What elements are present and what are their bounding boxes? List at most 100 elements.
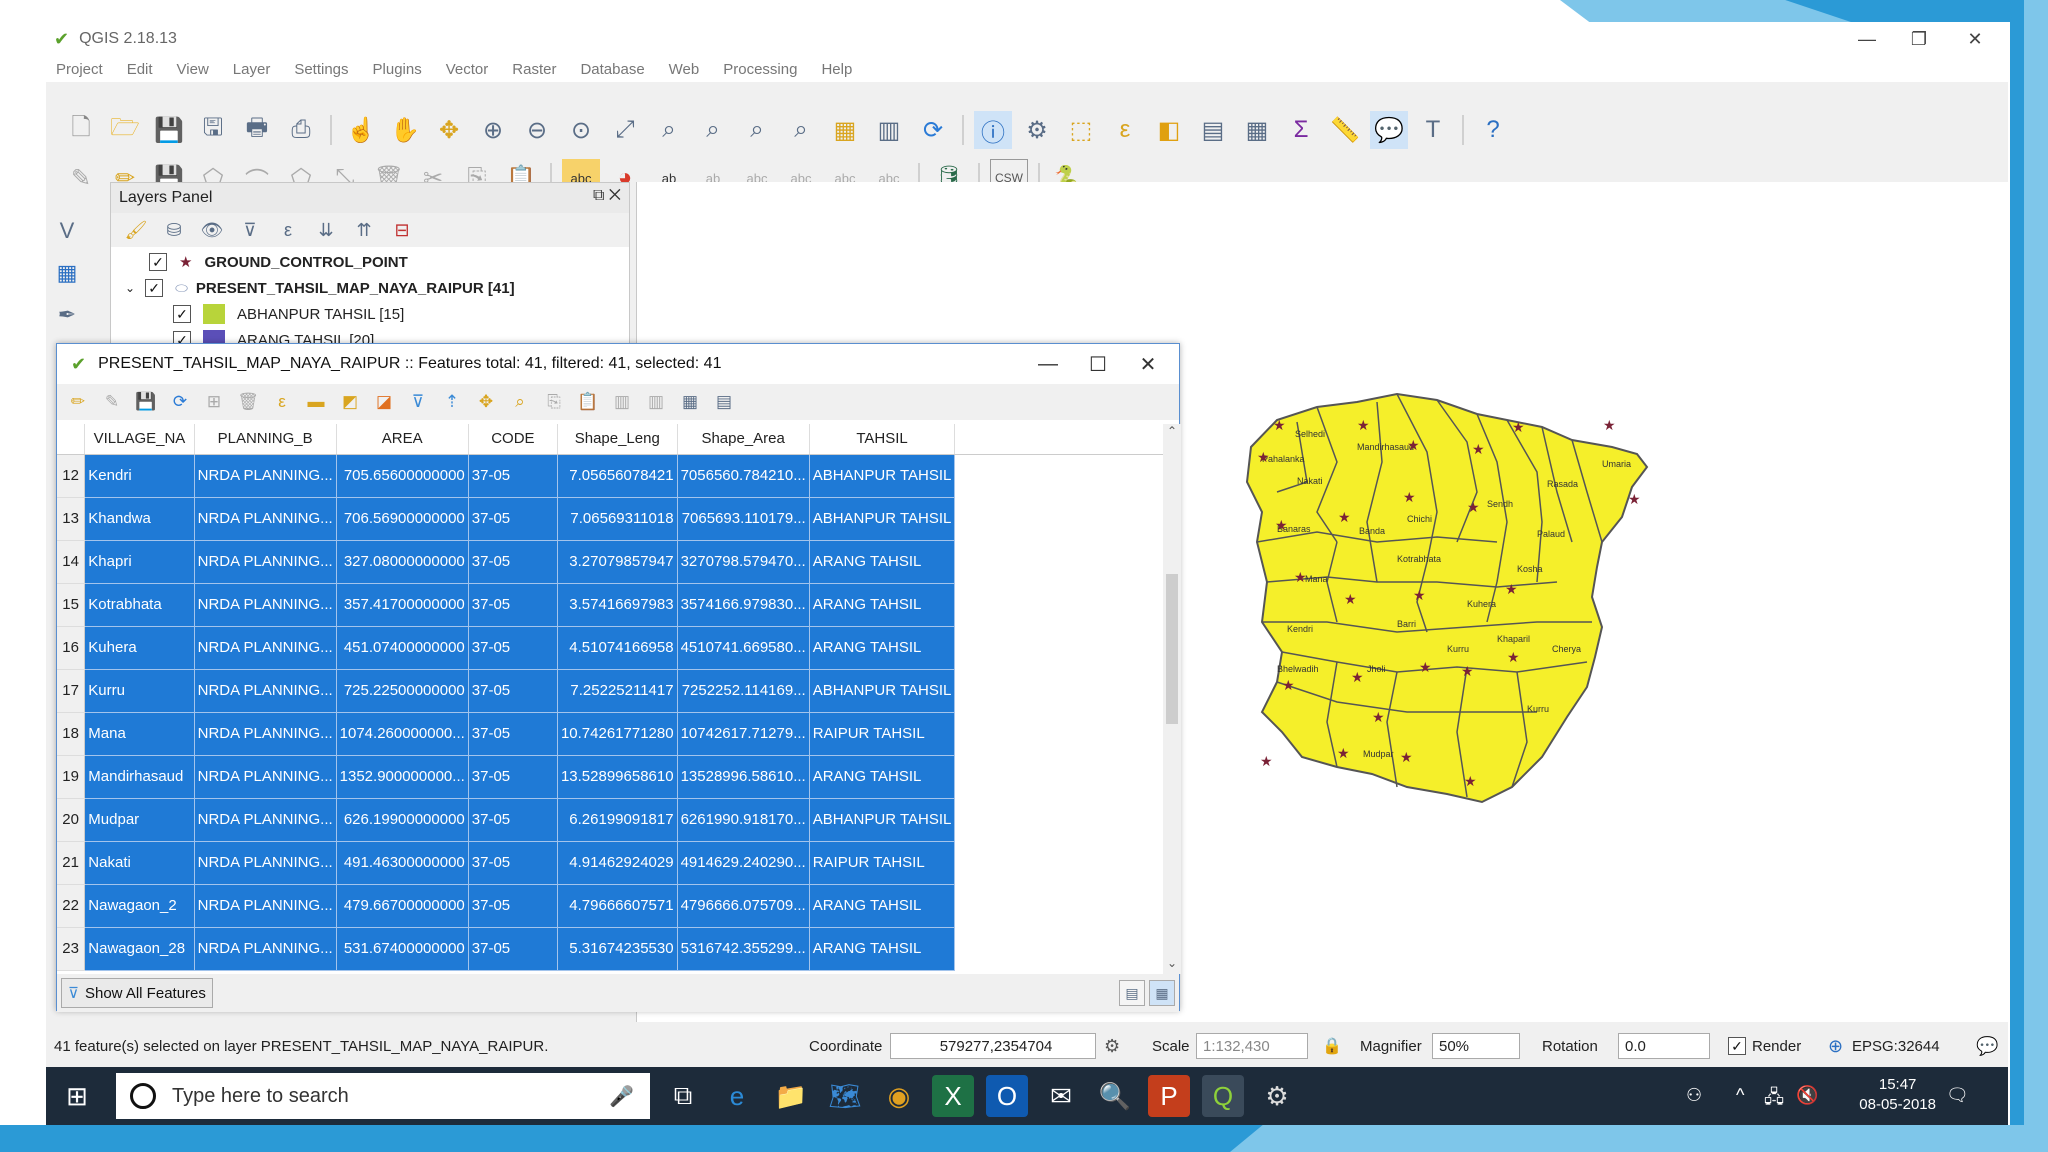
table-cell[interactable]: 4.51074166958 bbox=[557, 626, 678, 670]
table-cell[interactable]: 479.66700000000 bbox=[336, 884, 469, 928]
dialog-close-button[interactable]: ✕ bbox=[1123, 348, 1173, 380]
deselect-all-icon[interactable]: ◪ bbox=[369, 387, 399, 417]
select-features-icon[interactable]: ⬚ bbox=[1062, 111, 1100, 149]
column-header[interactable]: Shape_Leng bbox=[557, 424, 678, 455]
move-selection-top-icon[interactable]: ⇡ bbox=[437, 387, 467, 417]
table-cell[interactable]: NRDA PLANNING... bbox=[194, 497, 337, 541]
lock-scale-icon[interactable]: 🔒 bbox=[1322, 1036, 1342, 1056]
add-vector-layer-icon[interactable]: V bbox=[50, 214, 84, 248]
row-number[interactable]: 21 bbox=[57, 841, 86, 885]
panel-float-close-icons[interactable]: ⧉ ✕ bbox=[593, 187, 621, 205]
table-cell[interactable]: 531.67400000000 bbox=[336, 927, 469, 971]
action-icon[interactable]: ⚙ bbox=[1018, 111, 1056, 149]
table-cell[interactable]: NRDA PLANNING... bbox=[194, 540, 337, 584]
table-cell[interactable]: ARANG TAHSIL bbox=[809, 626, 956, 670]
zoom-out-icon[interactable]: ⊖ bbox=[518, 111, 556, 149]
table-cell[interactable]: ARANG TAHSIL bbox=[809, 583, 956, 627]
chrome-icon[interactable]: ◉ bbox=[878, 1075, 920, 1117]
edge-browser-icon[interactable]: e bbox=[716, 1075, 758, 1117]
manage-themes-icon[interactable]: 👁 bbox=[197, 215, 227, 245]
table-row[interactable]: 15 Kotrabhata NRDA PLANNING... 357.41700000… bbox=[57, 583, 1163, 627]
table-cell[interactable]: 37-05 bbox=[468, 841, 558, 885]
settings-app-icon[interactable]: ⚙ bbox=[1256, 1075, 1298, 1117]
pan-to-selection-icon[interactable]: ✥ bbox=[430, 111, 468, 149]
zoom-next-icon[interactable]: ⌕ bbox=[782, 111, 820, 149]
menu-raster[interactable]: Raster bbox=[512, 61, 556, 78]
delete-field-icon[interactable]: ▥ bbox=[641, 387, 671, 417]
table-cell[interactable]: 5.31674235530 bbox=[557, 927, 678, 971]
table-cell[interactable]: 37-05 bbox=[468, 884, 558, 928]
help-icon[interactable]: ? bbox=[1474, 111, 1512, 149]
table-cell[interactable]: ABHANPUR TAHSIL bbox=[809, 454, 956, 498]
zoom-to-selected-icon[interactable]: ⌕ bbox=[505, 387, 535, 417]
table-cell[interactable]: RAIPUR TAHSIL bbox=[809, 712, 956, 756]
category-visibility-checkbox[interactable]: ✓ bbox=[173, 305, 191, 323]
layer-visibility-checkbox[interactable]: ✓ bbox=[145, 279, 164, 297]
render-checkbox[interactable]: ✓ bbox=[1728, 1037, 1746, 1055]
layer-item-ground-control-point[interactable]: ✓ ★ GROUND_CONTROL_POINT bbox=[111, 249, 629, 275]
table-cell[interactable]: 37-05 bbox=[468, 669, 558, 713]
layer-visibility-checkbox[interactable]: ✓ bbox=[149, 253, 167, 271]
table-vertical-scrollbar[interactable]: ⌃ ⌄ bbox=[1163, 424, 1181, 974]
table-row[interactable]: 13 Khandwa NRDA PLANNING... 706.56900000000… bbox=[57, 497, 1163, 541]
table-cell[interactable]: Nakati bbox=[84, 841, 195, 885]
tahsil-polygon[interactable] bbox=[1245, 392, 1649, 804]
table-cell[interactable]: ABHANPUR TAHSIL bbox=[809, 798, 956, 842]
filter-expression-icon[interactable]: ε bbox=[273, 215, 303, 245]
table-cell[interactable]: Kurru bbox=[84, 669, 195, 713]
column-header[interactable]: AREA bbox=[336, 424, 469, 455]
menu-layer[interactable]: Layer bbox=[233, 61, 271, 78]
table-cell[interactable]: 451.07400000000 bbox=[336, 626, 469, 670]
table-cell[interactable]: 13528996.58610... bbox=[677, 755, 810, 799]
scroll-down-icon[interactable]: ⌄ bbox=[1163, 956, 1181, 974]
table-cell[interactable]: NRDA PLANNING... bbox=[194, 626, 337, 670]
magnifier-spinbox[interactable]: 50% bbox=[1432, 1033, 1520, 1059]
identify-icon[interactable]: ⓘ bbox=[974, 111, 1012, 149]
style-manager-icon[interactable]: 🖌 bbox=[121, 215, 151, 245]
task-view-icon[interactable]: ⧉ bbox=[662, 1075, 704, 1117]
show-bookmarks-icon[interactable]: ▥ bbox=[870, 111, 908, 149]
column-header[interactable]: Shape_Area bbox=[677, 424, 810, 455]
table-row[interactable]: 16 Kuhera NRDA PLANNING... 451.07400000000 3… bbox=[57, 626, 1163, 670]
table-cell[interactable]: Khapri bbox=[84, 540, 195, 584]
table-cell[interactable]: 327.08000000000 bbox=[336, 540, 469, 584]
text-annotation-icon[interactable]: T bbox=[1414, 111, 1452, 149]
table-cell[interactable]: 7252252.114169... bbox=[677, 669, 810, 713]
table-cell[interactable]: 7.06569311018 bbox=[557, 497, 678, 541]
table-cell[interactable]: 706.56900000000 bbox=[336, 497, 469, 541]
table-cell[interactable]: ARANG TAHSIL bbox=[809, 755, 956, 799]
file-explorer-icon[interactable]: 📁 bbox=[770, 1075, 812, 1117]
qgis-taskbar-icon[interactable]: Q bbox=[1202, 1075, 1244, 1117]
table-cell[interactable]: 4914629.240290... bbox=[677, 841, 810, 885]
table-cell[interactable]: NRDA PLANNING... bbox=[194, 583, 337, 627]
table-cell[interactable]: 725.22500000000 bbox=[336, 669, 469, 713]
touch-zoom-icon[interactable]: ☝ bbox=[342, 111, 380, 149]
excel-icon[interactable]: X bbox=[932, 1075, 974, 1117]
row-number[interactable]: 22 bbox=[57, 884, 86, 928]
table-cell[interactable]: Khandwa bbox=[84, 497, 195, 541]
row-number[interactable]: 18 bbox=[57, 712, 86, 756]
delete-selected-icon[interactable]: 🗑 bbox=[233, 387, 263, 417]
powerpoint-icon[interactable]: P bbox=[1148, 1075, 1190, 1117]
zoom-to-layer-icon[interactable]: ⌕ bbox=[694, 111, 732, 149]
row-number[interactable]: 17 bbox=[57, 669, 86, 713]
menu-edit[interactable]: Edit bbox=[127, 61, 153, 78]
close-button[interactable]: ✕ bbox=[1942, 22, 2008, 56]
column-header[interactable]: PLANNING_B bbox=[194, 424, 337, 455]
zoom-last-icon[interactable]: ⌕ bbox=[738, 111, 776, 149]
pan-to-selected-icon[interactable]: ✥ bbox=[471, 387, 501, 417]
row-number[interactable]: 15 bbox=[57, 583, 86, 627]
collapse-all-icon[interactable]: ⇈ bbox=[349, 215, 379, 245]
table-cell[interactable]: NRDA PLANNING... bbox=[194, 927, 337, 971]
select-value-icon[interactable]: ε bbox=[1106, 111, 1144, 149]
statistics-icon[interactable]: Σ bbox=[1282, 111, 1320, 149]
save-edits-icon[interactable]: 💾 bbox=[131, 387, 161, 417]
table-cell[interactable]: Mudpar bbox=[84, 798, 195, 842]
dialog-maximize-button[interactable]: ☐ bbox=[1073, 348, 1123, 380]
toggle-editing-icon[interactable]: ✏ bbox=[63, 387, 93, 417]
table-cell[interactable]: NRDA PLANNING... bbox=[194, 712, 337, 756]
table-cell[interactable]: NRDA PLANNING... bbox=[194, 884, 337, 928]
table-cell[interactable]: 626.19900000000 bbox=[336, 798, 469, 842]
row-number[interactable]: 14 bbox=[57, 540, 86, 584]
table-cell[interactable]: Mandirhasaud bbox=[84, 755, 195, 799]
